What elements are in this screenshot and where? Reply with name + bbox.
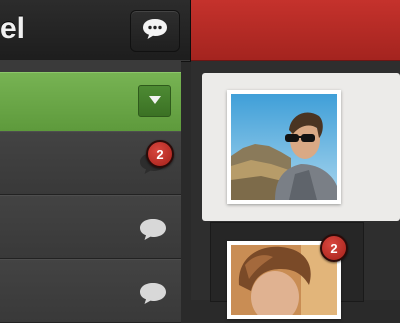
app-title: el: [0, 12, 26, 45]
list-header: [0, 72, 181, 132]
feed-card[interactable]: 2: [210, 222, 364, 323]
speech-bubble-icon: [142, 18, 168, 45]
list-item[interactable]: [0, 259, 181, 323]
speech-bubble-icon: [139, 218, 167, 242]
list-item[interactable]: 2: [0, 131, 181, 195]
notification-badge: 2: [320, 234, 348, 262]
avatar-man-sunglasses-hoodie: [231, 94, 337, 200]
top-bar-accent: [191, 0, 400, 61]
speech-bubble-icon: [139, 282, 167, 306]
list-item[interactable]: [0, 195, 181, 259]
top-bar: el: [0, 0, 191, 62]
avatar-man-curly-hair: [231, 245, 337, 323]
photo-frame[interactable]: [227, 90, 341, 204]
dropdown-button[interactable]: [138, 85, 171, 117]
notification-badge: 2: [146, 140, 174, 168]
feed-card[interactable]: [202, 73, 400, 221]
triangle-down-icon: [148, 92, 161, 110]
conversation-list: 2: [0, 61, 181, 323]
chat-button[interactable]: [130, 10, 180, 52]
